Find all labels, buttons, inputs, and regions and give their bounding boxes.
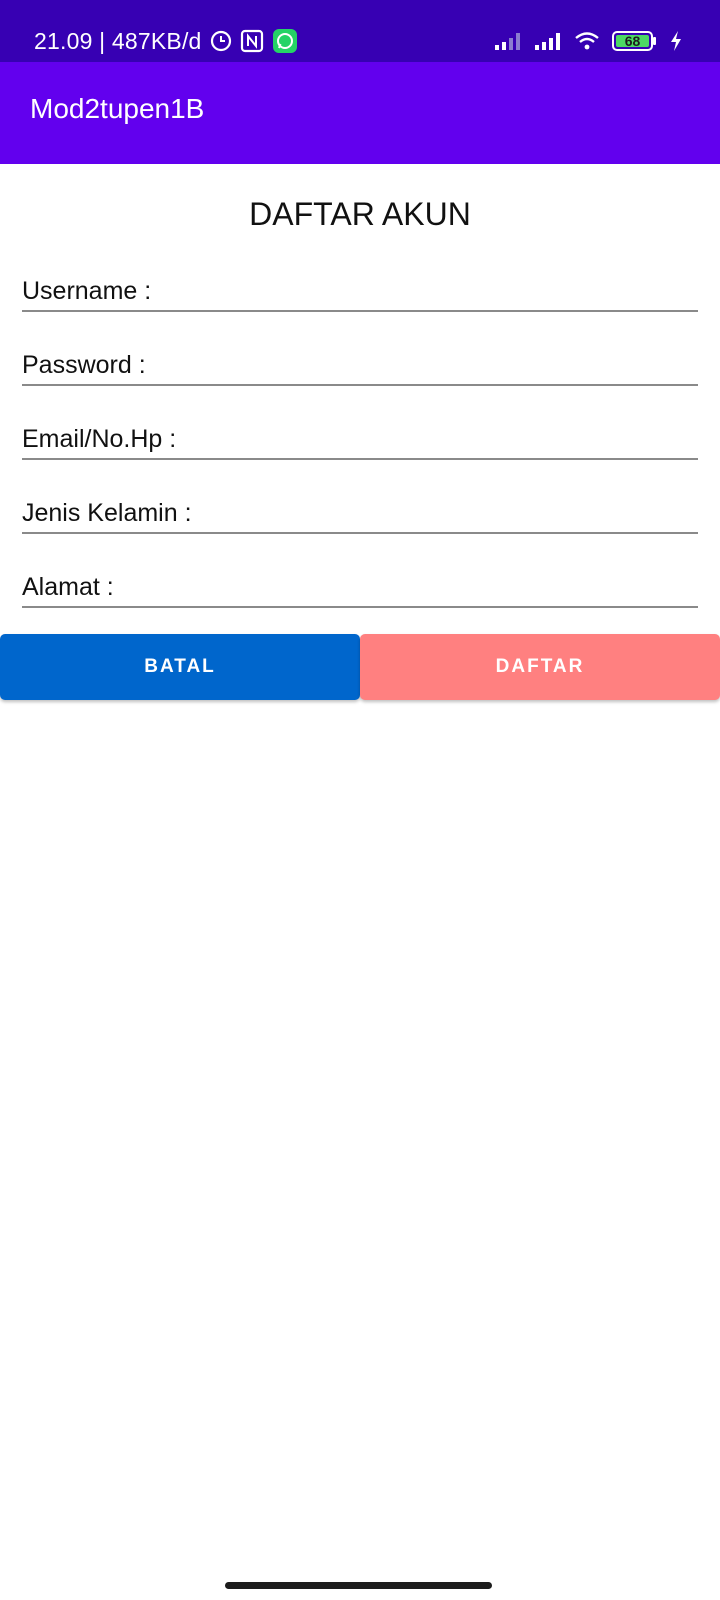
whatsapp-icon [272, 28, 298, 54]
address-field[interactable] [22, 568, 698, 608]
email-phone-field-container [22, 420, 698, 460]
register-button[interactable]: DAFTAR [360, 634, 720, 700]
status-time-speed: 21.09 | 487KB/d [34, 27, 202, 54]
app-bar: Mod2tupen1B [0, 62, 720, 164]
gender-field-container [22, 494, 698, 534]
address-field-container [22, 568, 698, 608]
password-field-container [22, 346, 698, 386]
app-title: Mod2tupen1B [30, 93, 205, 124]
home-indicator[interactable] [225, 1582, 492, 1589]
gender-field[interactable] [22, 494, 698, 534]
battery-level: 68 [624, 33, 641, 49]
form-title: DAFTAR AKUN [249, 196, 471, 232]
email-phone-field[interactable] [22, 420, 698, 460]
cancel-button[interactable]: BATAL [0, 634, 360, 700]
nfc-icon [240, 29, 264, 53]
battery-icon: 68 [612, 30, 658, 52]
status-bar: 21.09 | 487KB/d 68 [0, 0, 720, 62]
alarm-icon [210, 30, 232, 52]
wifi-icon [574, 31, 600, 51]
signal-icon [534, 31, 562, 51]
password-field[interactable] [22, 346, 698, 386]
username-field-container [22, 272, 698, 312]
charging-icon [670, 31, 682, 51]
signal-icon [494, 31, 522, 51]
username-field[interactable] [22, 272, 698, 312]
